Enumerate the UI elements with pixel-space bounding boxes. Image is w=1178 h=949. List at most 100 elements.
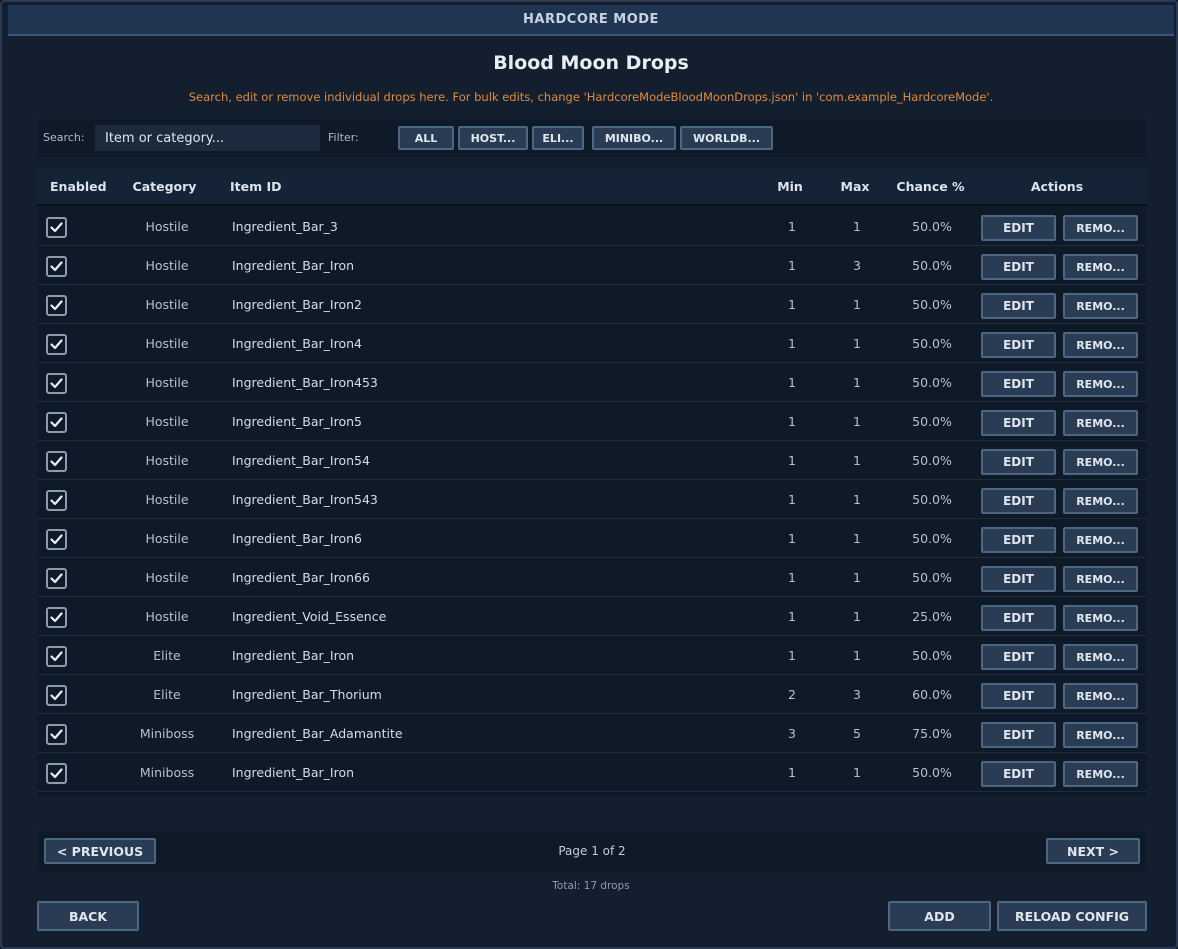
row-chance: 50.0%	[912, 219, 952, 234]
row-item-id: Ingredient_Bar_Iron54	[232, 453, 370, 468]
edit-button[interactable]: EDIT	[981, 332, 1056, 358]
edit-button[interactable]: EDIT	[981, 722, 1056, 748]
row-max: 1	[853, 570, 861, 585]
remove-button[interactable]: REMO...	[1063, 722, 1138, 748]
row-category: Hostile	[145, 453, 189, 468]
enabled-checkbox[interactable]	[46, 451, 67, 472]
enabled-checkbox[interactable]	[46, 529, 67, 550]
enabled-checkbox[interactable]	[46, 646, 67, 667]
remove-button[interactable]: REMO...	[1063, 254, 1138, 280]
row-max: 1	[853, 297, 861, 312]
row-chance: 50.0%	[912, 258, 952, 273]
header-actions: Actions	[1030, 179, 1084, 194]
filter-hostile-button[interactable]: HOST...	[458, 126, 528, 150]
row-category: Hostile	[145, 531, 189, 546]
edit-button[interactable]: EDIT	[981, 215, 1056, 241]
add-button[interactable]: ADD	[888, 901, 991, 931]
edit-button[interactable]: EDIT	[981, 410, 1056, 436]
row-category: Miniboss	[139, 765, 195, 780]
remove-button[interactable]: REMO...	[1063, 527, 1138, 553]
header-chance: Chance %	[896, 179, 965, 194]
remove-button[interactable]: REMO...	[1063, 761, 1138, 787]
edit-button[interactable]: EDIT	[981, 644, 1056, 670]
enabled-checkbox[interactable]	[46, 295, 67, 316]
row-min: 1	[788, 297, 796, 312]
edit-button[interactable]: EDIT	[981, 293, 1056, 319]
remove-button[interactable]: REMO...	[1063, 449, 1138, 475]
row-item-id: Ingredient_Bar_Iron	[232, 765, 355, 780]
remove-button[interactable]: REMO...	[1063, 332, 1138, 358]
back-button[interactable]: BACK	[37, 901, 139, 931]
reload-config-button[interactable]: RELOAD CONFIG	[997, 901, 1147, 931]
edit-button[interactable]: EDIT	[981, 761, 1056, 787]
remove-button[interactable]: REMO...	[1063, 644, 1138, 670]
filter-worldboss-button[interactable]: WORLDB...	[680, 126, 773, 150]
remove-button[interactable]: REMO...	[1063, 566, 1138, 592]
row-min: 1	[788, 336, 796, 351]
next-page-button[interactable]: NEXT >	[1046, 838, 1140, 864]
checkmark-icon	[50, 378, 63, 389]
row-max: 1	[853, 765, 861, 780]
row-chance: 50.0%	[912, 453, 952, 468]
enabled-checkbox[interactable]	[46, 724, 67, 745]
remove-button[interactable]: REMO...	[1063, 293, 1138, 319]
row-category: Hostile	[145, 570, 189, 585]
table-row: Hostile Ingredient_Bar_Iron66 1 1 50.0% EDIT R…	[37, 559, 1147, 597]
remove-button[interactable]: REMO...	[1063, 371, 1138, 397]
checkmark-icon	[50, 534, 63, 545]
filter-all-button[interactable]: ALL	[398, 126, 454, 150]
remove-button[interactable]: REMO...	[1063, 410, 1138, 436]
enabled-checkbox[interactable]	[46, 490, 67, 511]
enabled-checkbox[interactable]	[46, 568, 67, 589]
edit-button[interactable]: EDIT	[981, 449, 1056, 475]
enabled-checkbox[interactable]	[46, 685, 67, 706]
row-item-id: Ingredient_Bar_Iron	[232, 648, 355, 663]
edit-button[interactable]: EDIT	[981, 371, 1056, 397]
edit-button[interactable]: EDIT	[981, 605, 1056, 631]
filter-label: Filter:	[328, 131, 359, 144]
edit-button[interactable]: EDIT	[981, 488, 1056, 514]
checkmark-icon	[50, 768, 63, 779]
row-item-id: Ingredient_Bar_Iron543	[232, 492, 378, 507]
row-max: 3	[853, 258, 861, 273]
row-chance: 50.0%	[912, 297, 952, 312]
enabled-checkbox[interactable]	[46, 334, 67, 355]
enabled-checkbox[interactable]	[46, 607, 67, 628]
edit-button[interactable]: EDIT	[981, 683, 1056, 709]
table-row: Elite Ingredient_Bar_Thorium 2 3 60.0% EDIT RE…	[37, 676, 1147, 714]
checkmark-icon	[50, 456, 63, 467]
edit-button[interactable]: EDIT	[981, 527, 1056, 553]
enabled-checkbox[interactable]	[46, 256, 67, 277]
remove-button[interactable]: REMO...	[1063, 488, 1138, 514]
filter-miniboss-button[interactable]: MINIBO...	[592, 126, 676, 150]
enabled-checkbox[interactable]	[46, 373, 67, 394]
row-category: Elite	[153, 648, 181, 663]
checkmark-icon	[50, 690, 63, 701]
row-category: Hostile	[145, 297, 189, 312]
row-min: 1	[788, 531, 796, 546]
table-row: Hostile Ingredient_Bar_3 1 1 50.0% EDIT REMO..…	[37, 208, 1147, 246]
enabled-checkbox[interactable]	[46, 763, 67, 784]
row-category: Hostile	[145, 414, 189, 429]
edit-button[interactable]: EDIT	[981, 566, 1056, 592]
remove-button[interactable]: REMO...	[1063, 605, 1138, 631]
checkmark-icon	[50, 612, 63, 623]
remove-button[interactable]: REMO...	[1063, 683, 1138, 709]
filter-elite-button[interactable]: ELI...	[532, 126, 584, 150]
remove-button[interactable]: REMO...	[1063, 215, 1138, 241]
checkmark-icon	[50, 495, 63, 506]
row-item-id: Ingredient_Bar_Iron4	[232, 336, 362, 351]
checkmark-icon	[50, 729, 63, 740]
row-chance: 50.0%	[912, 570, 952, 585]
row-item-id: Ingredient_Bar_Iron5	[232, 414, 362, 429]
search-input[interactable]	[95, 125, 320, 151]
window-title: HARDCORE MODE	[523, 12, 659, 27]
row-chance: 50.0%	[912, 492, 952, 507]
edit-button[interactable]: EDIT	[981, 254, 1056, 280]
row-category: Hostile	[145, 609, 189, 624]
enabled-checkbox[interactable]	[46, 217, 67, 238]
enabled-checkbox[interactable]	[46, 412, 67, 433]
row-max: 5	[853, 726, 861, 741]
table-row: Hostile Ingredient_Bar_Iron54 1 1 50.0% EDIT R…	[37, 442, 1147, 480]
row-item-id: Ingredient_Bar_Iron453	[232, 375, 378, 390]
